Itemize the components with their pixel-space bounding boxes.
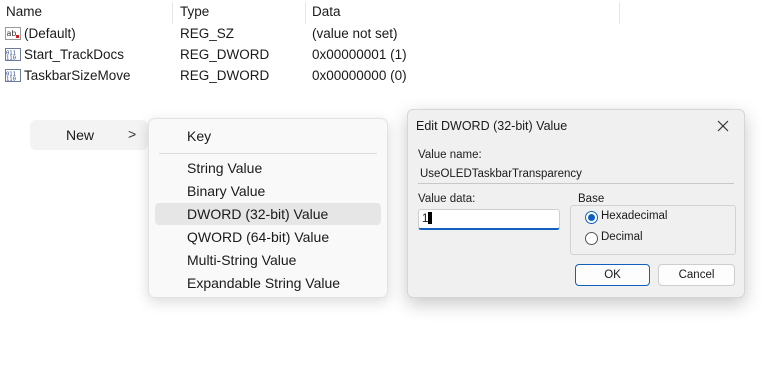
menu-item-multi-string-value[interactable]: Multi-String Value — [155, 249, 381, 271]
hexadecimal-label[interactable]: Hexadecimal — [601, 210, 667, 222]
menu-separator — [159, 153, 377, 154]
column-divider[interactable] — [305, 2, 306, 24]
chevron-right-icon: > — [128, 126, 137, 142]
column-header-type[interactable]: Type — [180, 0, 209, 24]
value-name: (Default) — [24, 26, 76, 41]
value-data-text: 1 — [422, 213, 429, 225]
svg-text:110: 110 — [6, 56, 16, 62]
menu-item-label: QWORD (64-bit) Value — [187, 229, 330, 245]
ok-button[interactable]: OK — [575, 264, 650, 286]
svg-text:ab: ab — [7, 29, 17, 38]
new-submenu: Key String Value Binary Value DWORD (32-… — [148, 118, 388, 298]
value-name: TaskbarSizeMove — [24, 68, 131, 83]
binary-value-icon: 011 110 — [5, 69, 21, 83]
value-name: Start_TrackDocs — [24, 47, 125, 62]
column-header-data[interactable]: Data — [312, 0, 341, 24]
string-value-icon: ab — [5, 27, 21, 40]
edit-dword-dialog: Edit DWORD (32-bit) Value Value name: Us… — [407, 109, 745, 298]
text-caret — [428, 212, 433, 224]
column-divider[interactable] — [172, 2, 173, 24]
value-name-label: Value name: — [418, 149, 482, 161]
menu-item-label: String Value — [187, 160, 263, 176]
menu-item-qword-value[interactable]: QWORD (64-bit) Value — [155, 226, 381, 248]
registry-values-list: Name Type Data ab (Default) REG_SZ (valu… — [0, 0, 620, 90]
context-menu-new-item[interactable]: New > — [30, 120, 148, 150]
dialog-title: Edit DWORD (32-bit) Value — [416, 119, 568, 133]
menu-item-label: DWORD (32-bit) Value — [187, 206, 329, 222]
column-header-name[interactable]: Name — [6, 0, 42, 24]
menu-item-dword-value[interactable]: DWORD (32-bit) Value — [155, 203, 381, 225]
table-row[interactable]: ab (Default) REG_SZ (value not set) — [0, 23, 620, 44]
menu-item-label: Key — [187, 128, 212, 144]
base-label: Base — [576, 193, 607, 205]
menu-item-label: Multi-String Value — [187, 252, 297, 268]
value-name-text: UseOLEDTaskbarTransparency — [420, 168, 582, 180]
decimal-radio[interactable] — [585, 232, 598, 245]
decimal-label[interactable]: Decimal — [601, 231, 643, 243]
value-data: 0x00000000 (0) — [312, 68, 407, 83]
close-icon[interactable] — [712, 115, 734, 137]
table-row[interactable]: 011 110 Start_TrackDocs REG_DWORD 0x0000… — [0, 44, 620, 65]
value-type: REG_DWORD — [180, 68, 270, 83]
hexadecimal-radio[interactable] — [585, 211, 598, 224]
value-data: (value not set) — [312, 26, 398, 41]
menu-item-string-value[interactable]: String Value — [155, 157, 381, 179]
menu-item-binary-value[interactable]: Binary Value — [155, 180, 381, 202]
binary-value-icon: 011 110 — [5, 48, 21, 62]
menu-item-key[interactable]: Key — [155, 125, 381, 147]
menu-item-label: Expandable String Value — [187, 275, 341, 291]
value-data: 0x00000001 (1) — [312, 47, 407, 62]
column-divider[interactable] — [619, 2, 620, 24]
table-row[interactable]: 011 110 TaskbarSizeMove REG_DWORD 0x0000… — [0, 65, 620, 86]
menu-item-label: New — [66, 127, 95, 143]
menu-item-label: Binary Value — [187, 183, 266, 199]
value-type: REG_SZ — [180, 26, 235, 41]
value-data-label: Value data: — [418, 193, 476, 205]
svg-text:110: 110 — [6, 77, 16, 83]
cancel-button[interactable]: Cancel — [658, 264, 735, 286]
value-type: REG_DWORD — [180, 47, 270, 62]
menu-item-expandable-string-value[interactable]: Expandable String Value — [155, 272, 381, 294]
value-name-field: UseOLEDTaskbarTransparency — [418, 165, 734, 184]
value-data-input[interactable]: 1 — [418, 209, 560, 230]
